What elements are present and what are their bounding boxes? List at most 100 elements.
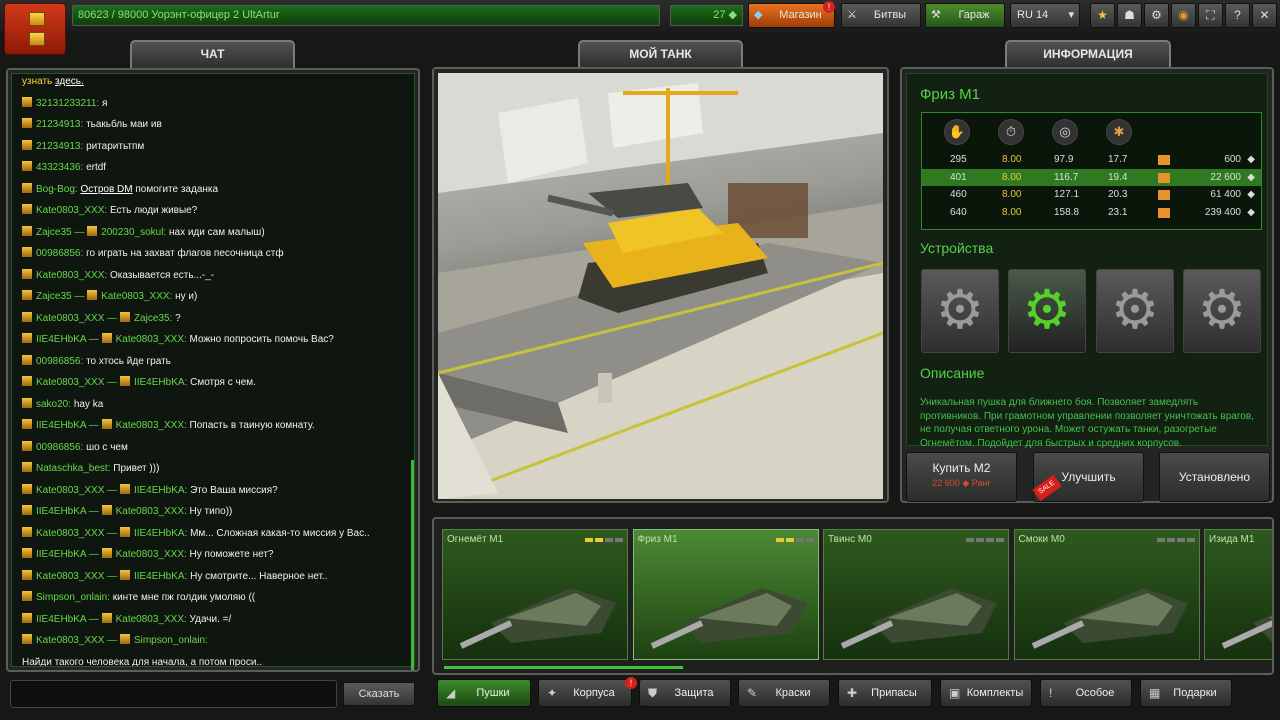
chat-recipient[interactable]: Kate0803_XXX:	[116, 506, 187, 517]
star-icon[interactable]: ★	[1090, 3, 1115, 28]
item-card[interactable]: Фриз М1	[632, 529, 819, 660]
category-tab-8[interactable]: ▦ Подарки	[1140, 679, 1232, 707]
chat-recipient[interactable]: Simpson_onlain:	[134, 635, 208, 646]
item-card[interactable]: Изида М1	[1204, 529, 1272, 660]
rank-icon	[119, 526, 130, 537]
chat-sender[interactable]: 21234913:	[36, 119, 83, 130]
chat-sender[interactable]: Kate0803_XXX —	[36, 571, 117, 582]
chat-message: Найди такого человека для начала, а пото…	[22, 656, 262, 667]
category-tab-2[interactable]: ✦ Корпуса	[538, 679, 632, 707]
chat-link[interactable]: здесь.	[55, 76, 84, 87]
chat-recipient[interactable]: IIE4EHbKA:	[134, 528, 187, 539]
stats-row: 401 8.00 116.7 19.4 22 600 ◆	[922, 168, 1261, 186]
rank-icon	[87, 225, 98, 236]
chat-sender[interactable]: Kate0803_XXX —	[36, 635, 117, 646]
chat-recipient[interactable]: Kate0803_XXX:	[116, 614, 187, 625]
chat-sender[interactable]: IIE4EHbKA —	[36, 506, 99, 517]
chat-recipient[interactable]: Kate0803_XXX:	[101, 291, 172, 302]
chat-sender[interactable]: IIE4EHbKA —	[36, 420, 99, 431]
close-icon[interactable]: ✕	[1252, 3, 1277, 28]
item-card[interactable]: Смоки М0	[1013, 529, 1200, 660]
category-tab-4[interactable]: ✎ Краски	[738, 679, 830, 707]
category-tab-1[interactable]: ◢ Пушки	[437, 679, 531, 707]
chat-recipient[interactable]: IIE4EHbKA:	[134, 377, 187, 388]
rank-icon	[1158, 190, 1170, 200]
chat-recipient[interactable]: IIE4EHbKA:	[134, 571, 187, 582]
upgrade-button[interactable]: Улучшить SALE	[1032, 452, 1144, 502]
server-select[interactable]: RU 14 ▾	[1010, 3, 1080, 28]
server-value: RU 14	[1017, 9, 1049, 21]
buy-button[interactable]: Купить М2 22 600 ◆ Ранг	[906, 452, 1017, 502]
chat-sender[interactable]: sako20:	[36, 399, 71, 410]
chat-sender[interactable]: 00986856:	[36, 356, 83, 367]
chat-sender[interactable]: Kate0803_XXX —	[36, 485, 117, 496]
fullscreen-icon[interactable]: ⛶	[1198, 3, 1223, 28]
chat-sender[interactable]: Zajce35 —	[36, 291, 84, 302]
chat-sender[interactable]: Kate0803_XXX —	[36, 528, 117, 539]
device-slot-1[interactable]: ⚙	[921, 269, 999, 353]
friends-icon[interactable]: ☗	[1117, 3, 1142, 28]
chat-sender[interactable]: IIE4EHbKA —	[36, 334, 99, 345]
help-icon[interactable]: ?	[1225, 3, 1250, 28]
chat-sender[interactable]: 00986856:	[36, 248, 83, 259]
chat-sender[interactable]: 21234913:	[36, 141, 83, 152]
garage-button[interactable]: ⚒ Гараж	[925, 3, 1005, 28]
stat-reload: 8.00	[1002, 189, 1022, 200]
chat-recipient[interactable]: Kate0803_XXX:	[116, 549, 187, 560]
chat-sender[interactable]: Simpson_onlain:	[36, 592, 110, 603]
chat-message: 21234913: тьакьбль маи ив	[22, 118, 162, 132]
chat-sender[interactable]: Zajce35 —	[36, 227, 84, 238]
category-tab-3[interactable]: ⛊ Защита	[639, 679, 731, 707]
rank-icon	[22, 505, 32, 515]
device-slot-3[interactable]: ⚙	[1096, 269, 1174, 353]
chat-sender[interactable]: Kate0803_XXX —	[36, 313, 117, 324]
chat-sender[interactable]: 43323436:	[36, 162, 83, 173]
tab-information[interactable]: ИНФОРМАЦИЯ	[1005, 40, 1171, 68]
chat-sender[interactable]: Nataschka_best:	[36, 463, 111, 474]
cannon-icon: ◢	[446, 686, 456, 700]
strip-scrollbar[interactable]	[444, 666, 683, 669]
chat-message: 43323436: ertdf	[22, 161, 106, 175]
chat-sender[interactable]: Kate0803_XXX:	[36, 270, 107, 281]
device-slot-2[interactable]: ⚙	[1008, 269, 1086, 353]
tab-my-tank[interactable]: МОЙ ТАНК	[578, 40, 743, 68]
installed-button[interactable]: Установлено	[1159, 452, 1270, 502]
chat-input[interactable]	[10, 680, 337, 708]
chat-log[interactable]: узнать здесь. 32131233211: я 21234913: тьа…	[11, 73, 415, 667]
sound-icon[interactable]: ◉	[1171, 3, 1196, 28]
category-tab-7[interactable]: ! Особое	[1040, 679, 1132, 707]
category-tab-5[interactable]: ✚ Припасы	[838, 679, 932, 707]
item-card-name: Изида М1	[1209, 534, 1255, 545]
garage-scene[interactable]	[438, 73, 883, 499]
rank-icon[interactable]	[4, 3, 66, 55]
chat-sender[interactable]: IIE4EHbKA —	[36, 549, 99, 560]
category-tab-6[interactable]: ▣ Комплекты	[940, 679, 1032, 707]
say-button[interactable]: Сказать	[343, 682, 415, 706]
gear-icon[interactable]: ⚙	[1144, 3, 1169, 28]
chat-sender[interactable]: Bog-Bog:	[36, 184, 78, 195]
device-slot-4[interactable]: ⚙	[1183, 269, 1261, 353]
chat-recipient[interactable]: Kate0803_XXX:	[116, 334, 187, 345]
rank-icon	[119, 483, 130, 494]
chat-sender[interactable]: Kate0803_XXX —	[36, 377, 117, 388]
chat-link[interactable]: Остров DM	[80, 184, 132, 195]
rank-icon	[22, 397, 32, 408]
chat-recipient[interactable]: IIE4EHbKA:	[134, 485, 187, 496]
item-card[interactable]: Твинс М0	[823, 529, 1009, 660]
chat-sender[interactable]: Kate0803_XXX:	[36, 205, 107, 216]
chat-sender[interactable]: IIE4EHbKA —	[36, 614, 99, 625]
battles-button[interactable]: ⚔ Битвы	[841, 3, 921, 28]
rank-icon	[1158, 172, 1170, 183]
item-card[interactable]: Огнемёт М1	[442, 529, 628, 660]
shop-button[interactable]: ◆ Магазин	[748, 3, 835, 28]
buy-price-crystals: 22 600	[932, 478, 960, 488]
chat-sender[interactable]: 32131233211:	[36, 98, 99, 109]
rank-icon	[22, 634, 32, 644]
chat-recipient[interactable]: Kate0803_XXX:	[116, 420, 187, 431]
chat-sender[interactable]: 00986856:	[36, 442, 83, 453]
chat-scrollbar[interactable]	[411, 460, 414, 670]
chat-recipient[interactable]: 200230_sokul:	[101, 227, 166, 238]
chat-recipient[interactable]: Zajce35:	[134, 313, 172, 324]
tab-chat[interactable]: ЧАТ	[130, 40, 295, 68]
chat-text: го играть на захват флагов песочница стф	[86, 248, 284, 259]
